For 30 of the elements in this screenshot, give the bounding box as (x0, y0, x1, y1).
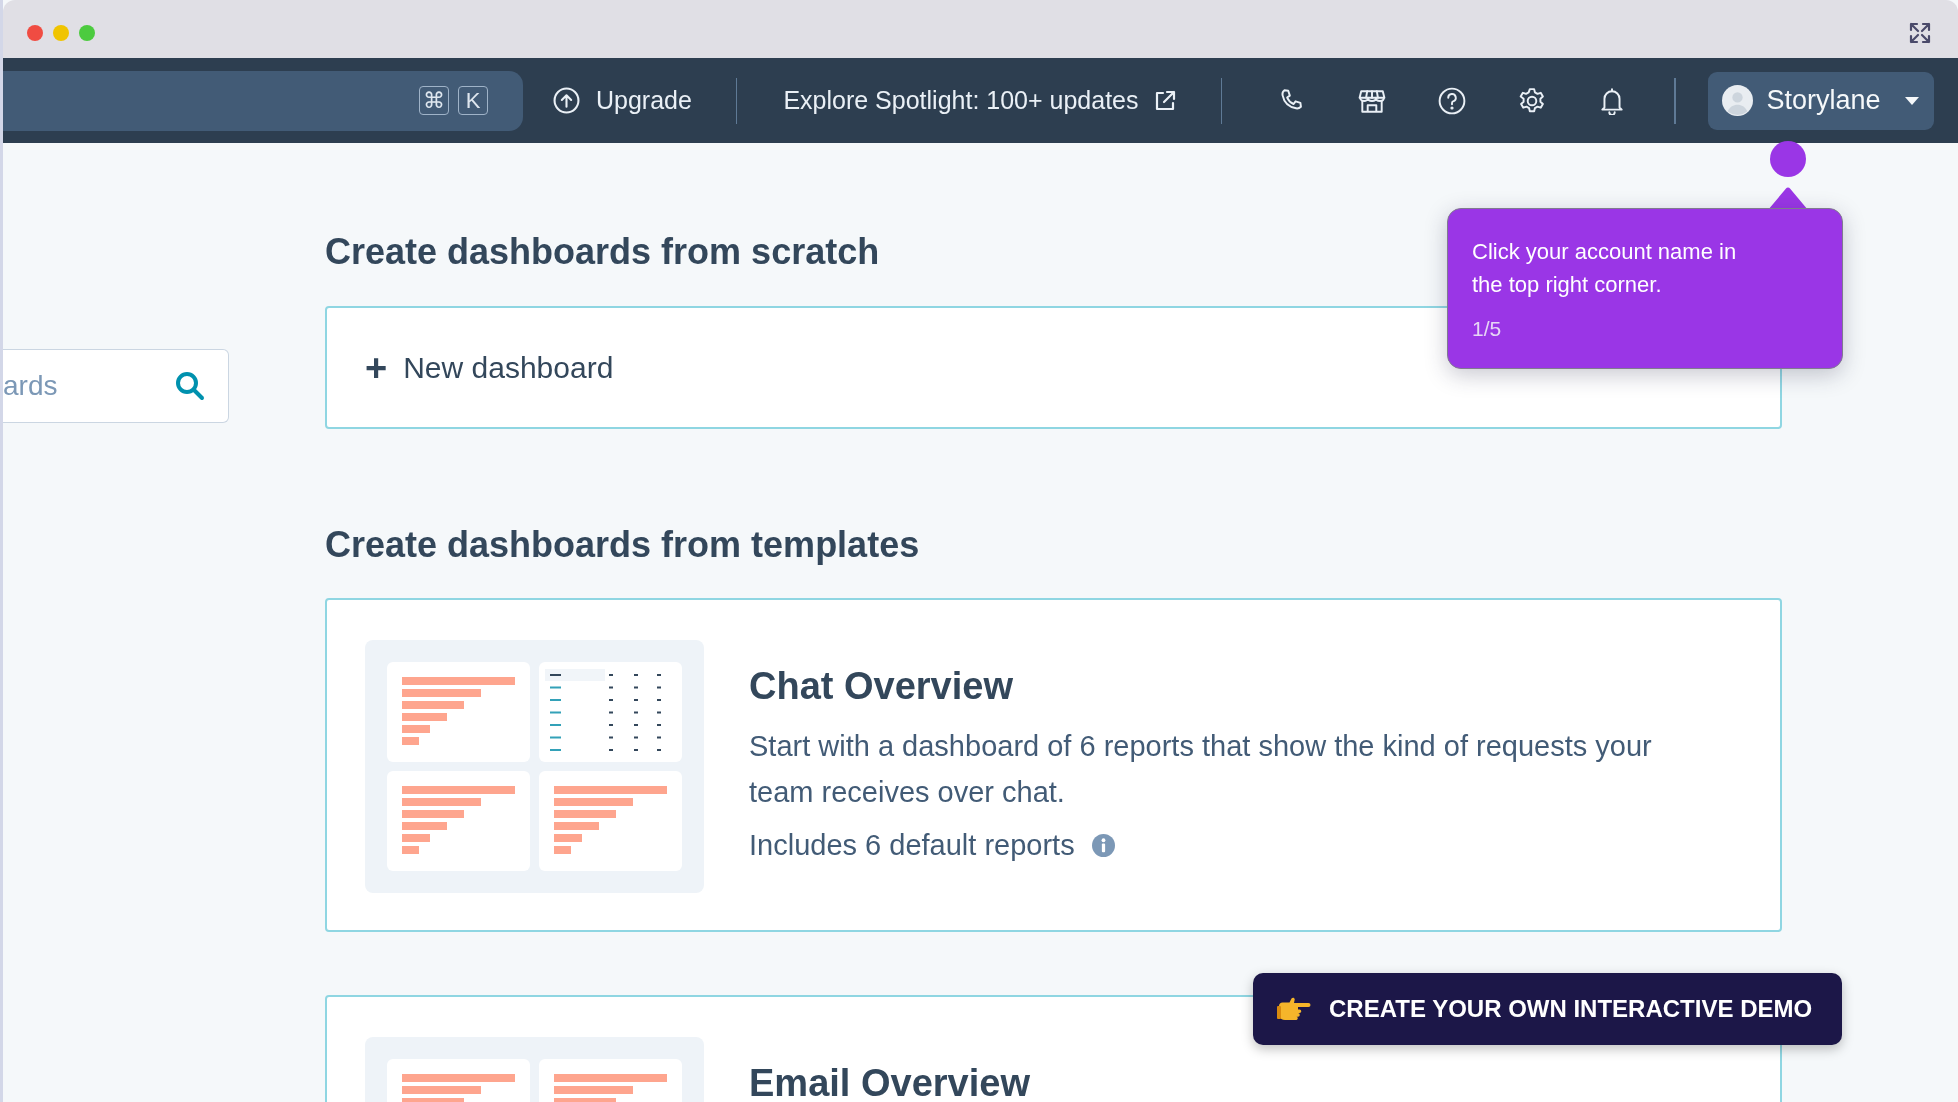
account-button[interactable]: Storylane (1707, 71, 1934, 130)
search-icon[interactable] (174, 370, 206, 402)
keyboard-key: K (458, 86, 488, 115)
step-counter: 1/5 (1472, 317, 1503, 341)
reports-count: Includes 6 default reports (749, 828, 1075, 863)
help-icon[interactable] (1438, 86, 1467, 115)
caret-icon (1903, 95, 1920, 106)
section-heading: Create dashboards from templates (325, 523, 920, 567)
template-title: Email Overview (749, 1061, 1030, 1102)
plus-icon: + (365, 348, 388, 387)
template-title: Chat Overview (749, 664, 1014, 708)
upgrade-button[interactable]: Upgrade (553, 86, 692, 115)
avatar-icon (1721, 85, 1753, 116)
template-description: Start with a dashboard of 6 reports that show the kind of requests your team receives over chat. (749, 729, 1653, 810)
info-icon[interactable] (1091, 833, 1115, 857)
settings-icon[interactable] (1518, 86, 1547, 115)
search-input[interactable]: ards (3, 370, 174, 402)
keyboard-key: ⌘ (419, 86, 449, 115)
pointing-hand-icon (1277, 997, 1311, 1021)
search-bar[interactable]: ⌘ K (3, 70, 523, 131)
create-demo-toast[interactable]: CREATE YOUR OWN INTERACTIVE DEMO (1253, 973, 1842, 1045)
tooltip-text: Click your account name in the top right corner. (1472, 238, 1738, 299)
section-heading: Create dashboards from scratch (325, 230, 880, 274)
template-card[interactable]: Chat Overview Start with a dashboard of 6 reports that show the kind of requests your team receives over chat. Includes 6 default reports (325, 598, 1782, 932)
upload-icon (553, 87, 580, 114)
spotlight-link[interactable]: Explore Spotlight: 100+ updates (783, 86, 1177, 115)
expand-icon[interactable] (1908, 21, 1932, 45)
search-field[interactable]: ards (3, 349, 229, 423)
hotspot-dot[interactable] (1770, 141, 1806, 177)
window-control[interactable] (27, 25, 43, 41)
